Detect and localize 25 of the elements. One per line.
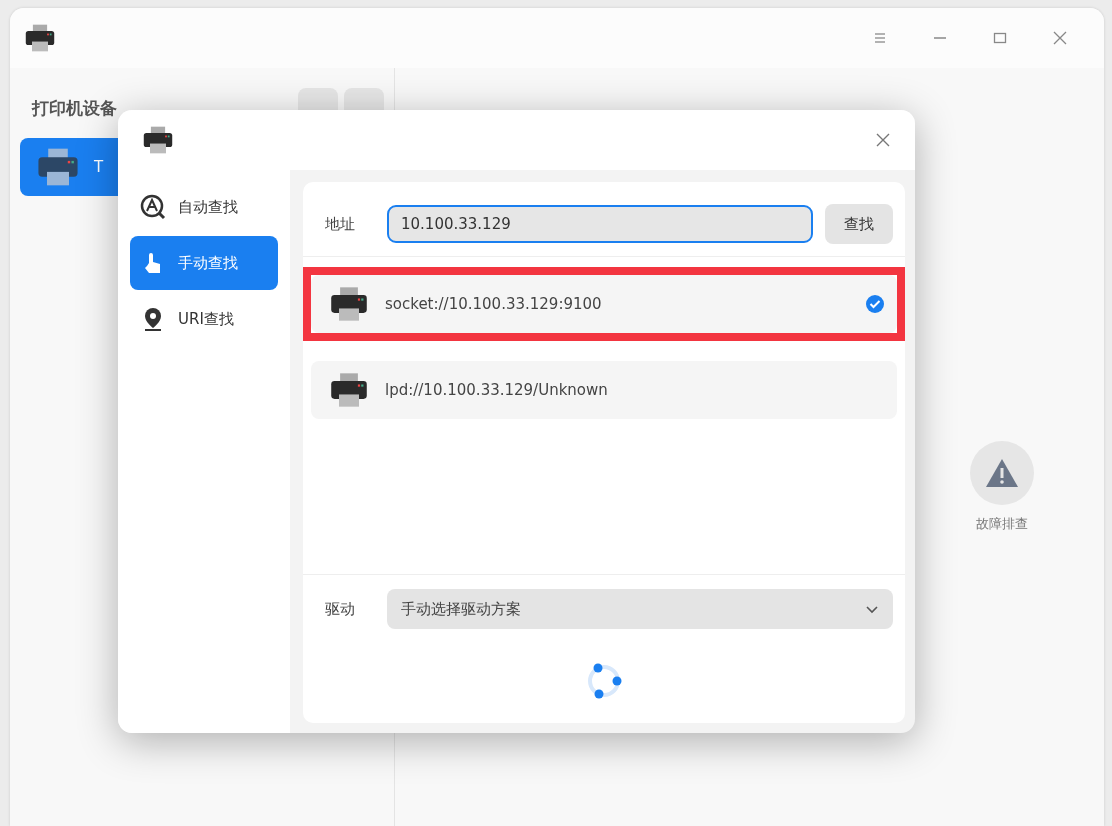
- chevron-down-icon: [865, 604, 879, 614]
- uri-text: socket://10.100.33.129:9100: [385, 295, 603, 313]
- printer-icon: [329, 370, 369, 410]
- close-icon: [875, 132, 891, 148]
- maximize-icon: [993, 31, 1007, 45]
- printer-icon: [329, 284, 369, 324]
- sidebar-title: 打印机设备: [30, 96, 118, 120]
- driver-dropdown[interactable]: 手动选择驱动方案: [387, 589, 893, 629]
- nav-item[interactable]: 手动查找: [130, 236, 278, 290]
- troubleshoot-label: 故障排查: [976, 515, 1028, 533]
- dialog-printer-icon: [142, 124, 174, 156]
- nav-item[interactable]: URI查找: [130, 292, 278, 346]
- nav-item[interactable]: 自动查找: [130, 180, 278, 234]
- warning-icon: [984, 457, 1020, 489]
- search-icon: [140, 194, 166, 220]
- close-icon: [1052, 30, 1068, 46]
- address-label: 地址: [325, 214, 356, 234]
- find-button[interactable]: 查找: [825, 204, 893, 244]
- driver-label: 驱动: [325, 599, 356, 619]
- app-printer-icon: [24, 22, 56, 54]
- address-field[interactable]: 10.100.33.129: [387, 205, 813, 243]
- result-item[interactable]: lpd://10.100.33.129/Unknown: [311, 361, 897, 419]
- result-item[interactable]: socket://10.100.33.129:9100: [311, 275, 897, 333]
- uri-text: lpd://10.100.33.129/Unknown: [385, 381, 609, 399]
- menu-icon: [873, 31, 887, 45]
